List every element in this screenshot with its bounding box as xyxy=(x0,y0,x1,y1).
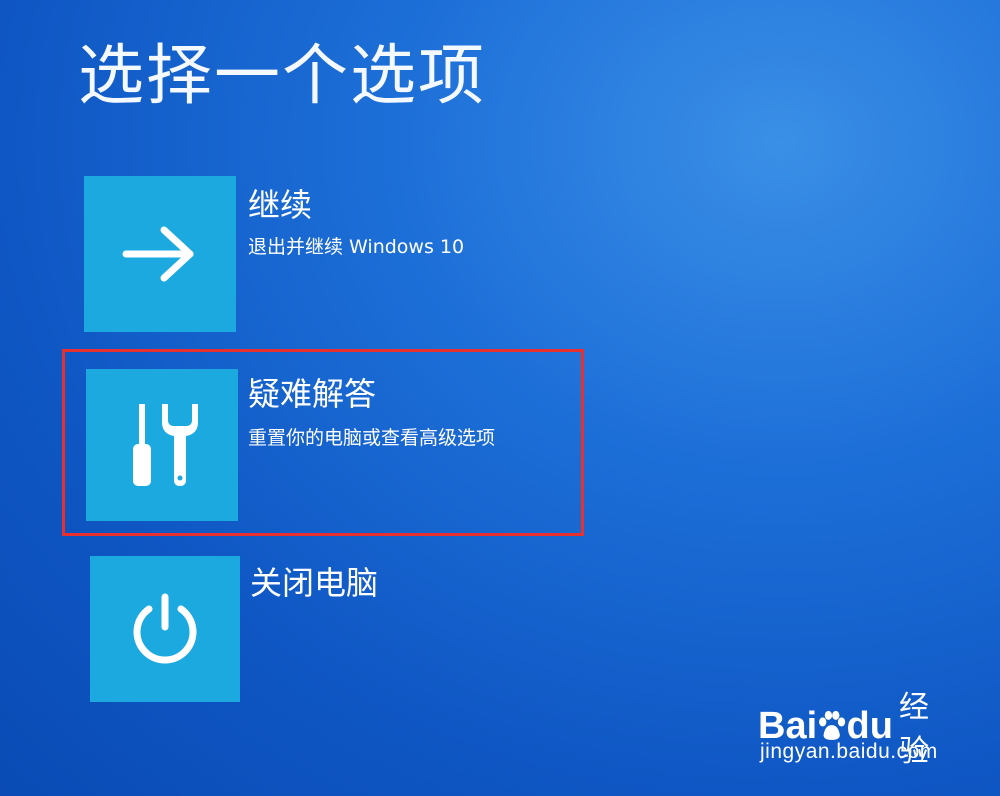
page-title: 选择一个选项 xyxy=(78,37,486,114)
baidu-jingyan-watermark: Bai du 经验 jingyan.baidu.com xyxy=(758,682,948,780)
troubleshoot-option[interactable]: 疑难解答 重置你的电脑或查看高级选项 xyxy=(62,349,584,536)
power-icon xyxy=(133,593,197,664)
troubleshoot-title: 疑难解答 xyxy=(248,375,377,413)
continue-title: 继续 xyxy=(248,186,313,224)
shutdown-title: 关闭电脑 xyxy=(250,564,379,602)
tools-icon xyxy=(133,404,198,486)
troubleshoot-tile[interactable] xyxy=(86,369,238,521)
continue-tile[interactable] xyxy=(84,176,236,332)
watermark-url: jingyan.baidu.com xyxy=(760,740,938,763)
continue-option[interactable]: 继续 退出并继续 Windows 10 xyxy=(84,176,584,332)
shutdown-option[interactable]: 关闭电脑 xyxy=(90,556,590,706)
troubleshoot-description: 重置你的电脑或查看高级选项 xyxy=(248,427,496,449)
arrow-right-icon xyxy=(122,226,194,282)
shutdown-tile[interactable] xyxy=(90,556,240,702)
continue-description: 退出并继续 Windows 10 xyxy=(248,236,465,258)
